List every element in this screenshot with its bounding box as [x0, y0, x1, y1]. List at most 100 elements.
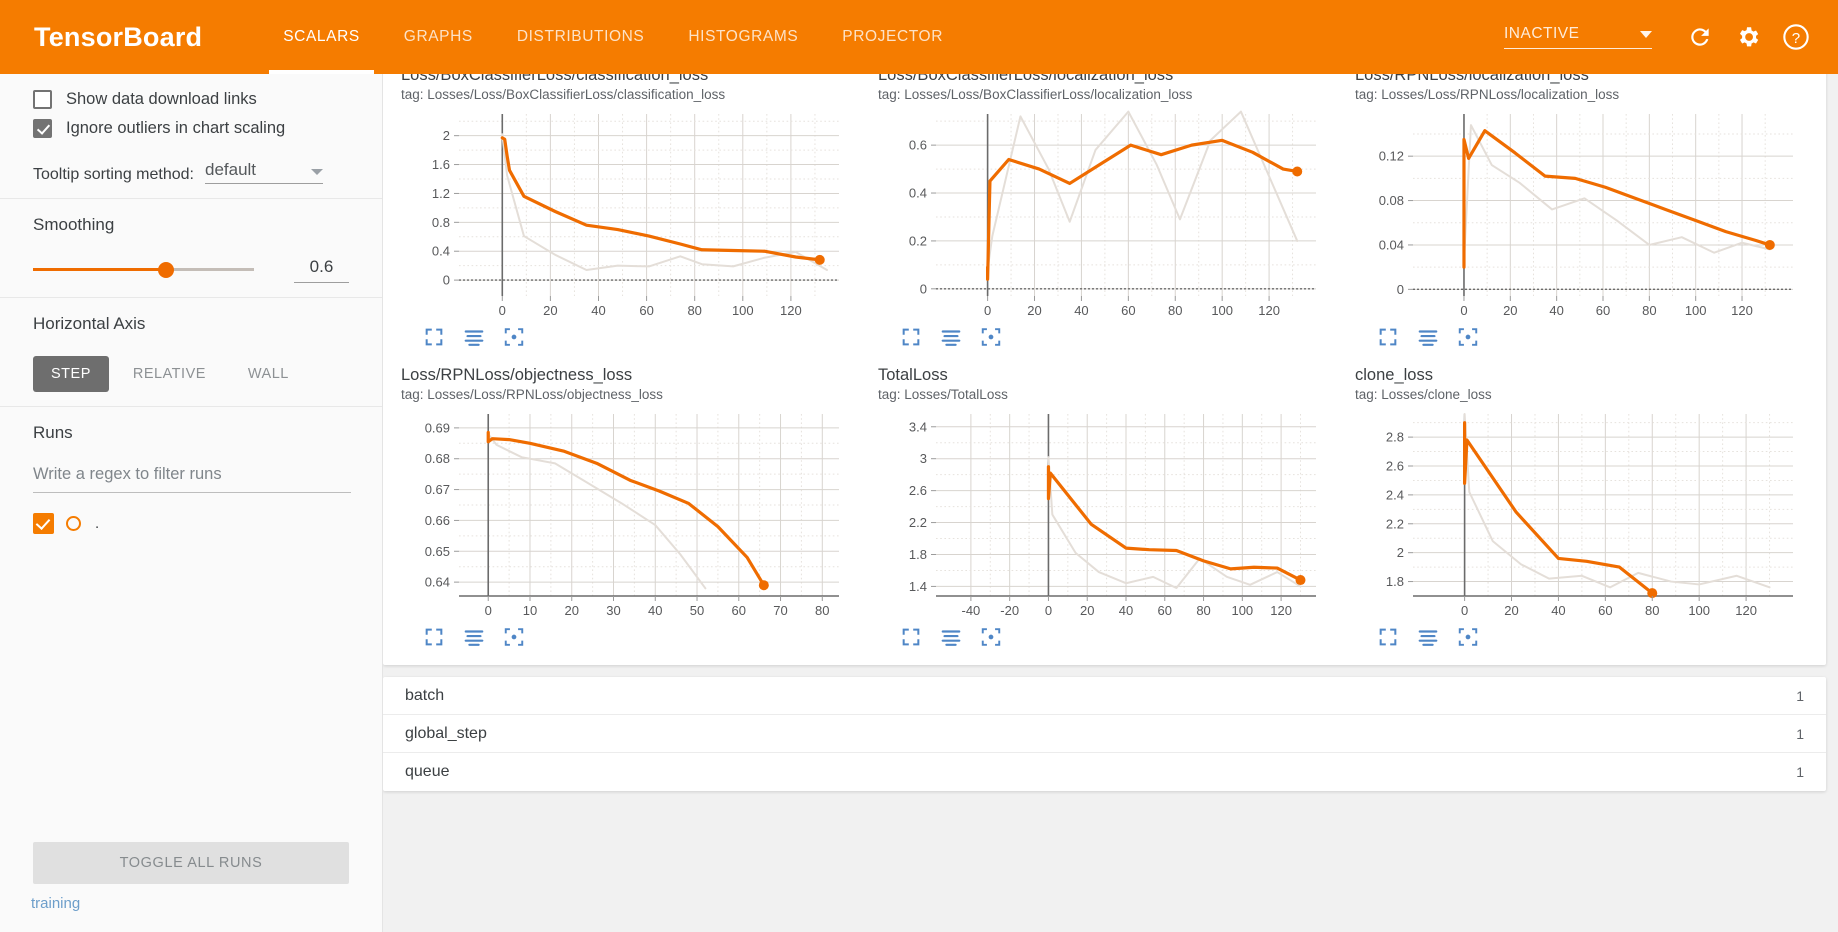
svg-text:-40: -40: [961, 603, 980, 618]
chart-tag: tag: Losses/Loss/RPNLoss/localization_lo…: [1355, 87, 1620, 102]
expand-icon[interactable]: [423, 626, 445, 648]
chart-plot[interactable]: 1.8 2 2.2 2.4 2.6 2.8 0 20 40 60 80 100 120: [1355, 404, 1807, 624]
svg-text:2: 2: [1397, 545, 1404, 560]
svg-text:-20: -20: [1000, 603, 1019, 618]
slider-knob[interactable]: [157, 262, 174, 278]
expand-icon[interactable]: [1377, 326, 1399, 348]
svg-text:2.2: 2.2: [909, 515, 927, 530]
ignore-outliers-checkbox[interactable]: [33, 119, 52, 138]
expand-icon[interactable]: [1377, 626, 1399, 648]
run-label: .: [95, 515, 100, 532]
svg-text:3: 3: [920, 451, 927, 466]
svg-text:60: 60: [1598, 603, 1612, 618]
expand-icon[interactable]: [423, 326, 445, 348]
axis-option-wall[interactable]: WALL: [230, 356, 307, 392]
fit-domain-icon[interactable]: [1457, 626, 1479, 648]
runs-filter-input[interactable]: [33, 465, 351, 493]
fit-domain-icon[interactable]: [1457, 326, 1479, 348]
chart-card-2: Loss/RPNLoss/localization_loss tag: Loss…: [1343, 58, 1820, 358]
svg-text:120: 120: [780, 303, 802, 318]
chart-plot[interactable]: 00.40.81.21.620 20 40 60 80 100 120: [401, 104, 853, 324]
show-data-download-links-row[interactable]: Show data download links: [33, 90, 349, 109]
svg-text:1.4: 1.4: [909, 579, 927, 594]
expand-icon[interactable]: [900, 326, 922, 348]
svg-text:40: 40: [1551, 603, 1565, 618]
run-checkbox[interactable]: [33, 513, 54, 534]
svg-text:3.4: 3.4: [909, 419, 927, 434]
axis-option-step[interactable]: STEP: [33, 356, 109, 392]
chart-card-3: Loss/RPNLoss/objectness_loss tag: Losses…: [389, 358, 866, 658]
app-brand: TensorBoard: [34, 21, 203, 52]
chart-actions: [878, 326, 1331, 348]
svg-text:80: 80: [1196, 603, 1210, 618]
list-item-label: global_step: [405, 724, 487, 742]
svg-text:60: 60: [1596, 303, 1610, 318]
svg-text:120: 120: [1258, 303, 1280, 318]
show-data-download-links-checkbox[interactable]: [33, 90, 52, 109]
chart-plot[interactable]: 0 0.04 0.08 0.12 0 20 40 60 80 100 120: [1355, 104, 1807, 324]
refresh-button[interactable]: [1678, 15, 1722, 59]
tab-graphs[interactable]: GRAPHS: [382, 0, 495, 74]
data-series-icon[interactable]: [940, 626, 962, 648]
svg-text:20: 20: [1503, 303, 1517, 318]
data-series-icon[interactable]: [1417, 326, 1439, 348]
list-item[interactable]: global_step 1: [383, 715, 1826, 753]
ignore-outliers-row[interactable]: Ignore outliers in chart scaling: [33, 119, 349, 138]
run-item[interactable]: .: [33, 513, 349, 534]
reload-mode-select[interactable]: INACTIVE: [1504, 25, 1652, 49]
fit-domain-icon[interactable]: [980, 326, 1002, 348]
axis-option-relative[interactable]: RELATIVE: [115, 356, 224, 392]
svg-text:30: 30: [606, 603, 620, 618]
svg-text:80: 80: [1645, 603, 1659, 618]
svg-text:40: 40: [591, 303, 605, 318]
svg-text:0.6: 0.6: [909, 138, 927, 153]
data-series-icon[interactable]: [940, 326, 962, 348]
chart-card-0: Loss/BoxClassifierLoss/classification_lo…: [389, 58, 866, 358]
tab-histograms[interactable]: HISTOGRAMS: [666, 0, 820, 74]
tooltip-sorting-select[interactable]: default: [204, 160, 323, 184]
horizontal-axis-options: STEP RELATIVE WALL: [33, 356, 349, 392]
expand-icon[interactable]: [900, 626, 922, 648]
svg-text:0.69: 0.69: [425, 420, 450, 435]
list-item-count: 1: [1796, 687, 1804, 704]
tab-scalars[interactable]: SCALARS: [261, 0, 382, 74]
training-link[interactable]: training: [31, 895, 80, 912]
svg-text:0.8: 0.8: [432, 215, 450, 230]
tab-projector[interactable]: PROJECTOR: [820, 0, 965, 74]
toggle-all-runs-button[interactable]: TOGGLE ALL RUNS: [33, 842, 349, 884]
help-button[interactable]: ?: [1774, 15, 1818, 59]
svg-text:1.8: 1.8: [1386, 574, 1404, 589]
chart-actions: [1355, 626, 1808, 648]
list-item[interactable]: batch 1: [383, 677, 1826, 715]
svg-text:0.67: 0.67: [425, 482, 450, 497]
chevron-down-icon: [1640, 30, 1652, 38]
fit-domain-icon[interactable]: [503, 326, 525, 348]
list-item-count: 1: [1796, 764, 1804, 780]
chart-plot[interactable]: 0.64 0.65 0.66 0.67 0.68 0.69 0 10 20 30 40 50 60 70 8…: [401, 404, 853, 624]
main-content: Loss/BoxClassifierLoss/classification_lo…: [383, 50, 1838, 932]
data-series-icon[interactable]: [1417, 626, 1439, 648]
svg-text:100: 100: [1688, 603, 1710, 618]
smoothing-section: Smoothing 0.6: [0, 199, 382, 298]
data-series-icon[interactable]: [463, 626, 485, 648]
list-item[interactable]: queue 1: [383, 753, 1826, 791]
svg-text:0: 0: [984, 303, 991, 318]
chart-plot[interactable]: 1.4 1.8 2.2 2.6 3 3.4 -40 -20 0 20 40 60 80 100 120: [878, 404, 1330, 624]
data-series-icon[interactable]: [463, 326, 485, 348]
chart-tag: tag: Losses/Loss/BoxClassifierLoss/class…: [401, 87, 726, 102]
smoothing-slider[interactable]: [33, 261, 254, 279]
svg-text:120: 120: [1735, 603, 1757, 618]
settings-button[interactable]: [1726, 15, 1770, 59]
charts-grid: Loss/BoxClassifierLoss/classification_lo…: [383, 58, 1826, 658]
svg-text:0: 0: [499, 303, 506, 318]
smoothing-value-input[interactable]: 0.6: [294, 257, 349, 283]
fit-domain-icon[interactable]: [980, 626, 1002, 648]
svg-text:20: 20: [1080, 603, 1094, 618]
chart-plot[interactable]: 0 0.2 0.4 0.6 0 20 40 60 80 100 120: [878, 104, 1330, 324]
tab-distributions[interactable]: DISTRIBUTIONS: [495, 0, 667, 74]
tooltip-sorting-row: Tooltip sorting method: default: [33, 160, 349, 184]
svg-text:0: 0: [485, 603, 492, 618]
show-data-download-links-label: Show data download links: [66, 90, 257, 108]
smoothing-row: 0.6: [33, 257, 349, 283]
fit-domain-icon[interactable]: [503, 626, 525, 648]
